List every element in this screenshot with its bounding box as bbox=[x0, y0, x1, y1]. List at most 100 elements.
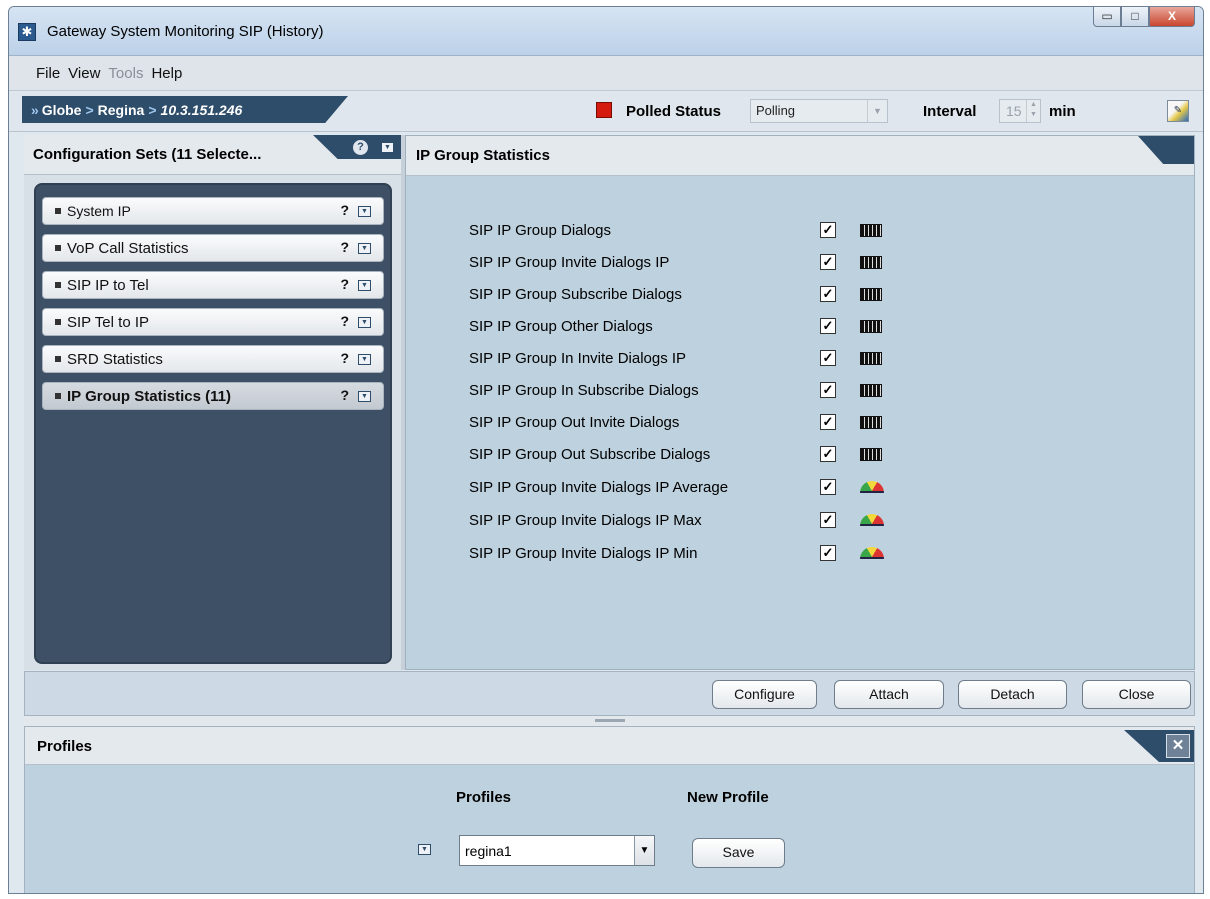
cfg-item-sip-tel-to-ip[interactable]: SIP Tel to IP ? ▼ bbox=[42, 308, 384, 336]
question-icon[interactable]: ? bbox=[340, 313, 349, 329]
save-button[interactable]: Save bbox=[692, 838, 785, 868]
maximize-button[interactable]: □ bbox=[1121, 7, 1149, 27]
close-icon[interactable]: ✕ bbox=[1166, 734, 1190, 758]
cfg-item-vop-call-statistics[interactable]: VoP Call Statistics ? ▼ bbox=[42, 234, 384, 262]
horizontal-splitter[interactable] bbox=[24, 716, 1195, 726]
stat-label: SIP IP Group Other Dialogs bbox=[469, 317, 653, 335]
ip-group-statistics-title: IP Group Statistics bbox=[416, 147, 550, 164]
menu-view[interactable]: View bbox=[68, 65, 100, 82]
item-menu-icon[interactable]: ▼ bbox=[358, 317, 371, 328]
stat-row: SIP IP Group In Subscribe Dialogs ✓ bbox=[469, 377, 909, 403]
profiles-label: Profiles bbox=[456, 789, 512, 806]
gauge-icon[interactable] bbox=[860, 481, 884, 493]
bar-graph-icon[interactable] bbox=[860, 223, 882, 237]
question-icon[interactable]: ? bbox=[340, 387, 349, 403]
stat-checkbox[interactable]: ✓ bbox=[820, 254, 836, 270]
breadcrumb: » Globe > Regina > 10.3.151.246 bbox=[22, 96, 348, 123]
item-menu-icon[interactable]: ▼ bbox=[358, 354, 371, 365]
item-menu-icon[interactable]: ▼ bbox=[358, 206, 371, 217]
bar-graph-icon[interactable] bbox=[860, 383, 882, 397]
cfg-item-system-ip[interactable]: System IP ? ▼ bbox=[42, 197, 384, 225]
spinner-arrows-icon[interactable]: ▲ ▼ bbox=[1026, 100, 1040, 122]
bar-graph-icon[interactable] bbox=[860, 255, 882, 269]
chevron-down-icon[interactable]: ▼ bbox=[634, 836, 654, 865]
cfg-item-label: SRD Statistics bbox=[67, 350, 163, 368]
close-window-button[interactable]: X bbox=[1149, 7, 1195, 27]
minimize-button[interactable]: ▭ bbox=[1093, 7, 1121, 27]
configure-button[interactable]: Configure bbox=[712, 680, 817, 709]
stat-row: SIP IP Group Out Invite Dialogs ✓ bbox=[469, 409, 909, 435]
panel-menu-icon[interactable]: ▼ bbox=[381, 142, 394, 153]
help-icon[interactable]: ? bbox=[353, 140, 368, 155]
question-icon[interactable]: ? bbox=[340, 350, 349, 366]
cfg-item-srd-statistics[interactable]: SRD Statistics ? ▼ bbox=[42, 345, 384, 373]
menu-bar: File View Tools Help bbox=[9, 56, 1203, 91]
item-menu-icon[interactable]: ▼ bbox=[358, 243, 371, 254]
polled-status-label: Polled Status bbox=[626, 103, 722, 120]
chevron-down-icon: ▼ bbox=[867, 100, 887, 122]
cfg-item-sip-ip-to-tel[interactable]: SIP IP to Tel ? ▼ bbox=[42, 271, 384, 299]
question-icon[interactable]: ? bbox=[340, 202, 349, 218]
stat-checkbox[interactable]: ✓ bbox=[820, 446, 836, 462]
breadcrumb-item-regina[interactable]: Regina bbox=[98, 102, 145, 118]
ip-group-statistics-header: IP Group Statistics bbox=[406, 136, 1194, 176]
stat-row: SIP IP Group Other Dialogs ✓ bbox=[469, 313, 909, 339]
app-window: ✱ Gateway System Monitoring SIP (History… bbox=[8, 6, 1204, 894]
item-menu-icon[interactable]: ▼ bbox=[358, 280, 371, 291]
question-icon[interactable]: ? bbox=[340, 239, 349, 255]
stat-row: SIP IP Group Subscribe Dialogs ✓ bbox=[469, 281, 909, 307]
menu-file[interactable]: File bbox=[36, 65, 60, 82]
ip-group-statistics-panel: IP Group Statistics SIP IP Group Dialogs… bbox=[405, 135, 1195, 670]
menu-tools[interactable]: Tools bbox=[108, 65, 143, 82]
breadcrumb-separator: > bbox=[85, 101, 94, 118]
breadcrumb-item-globe[interactable]: Globe bbox=[42, 102, 82, 118]
gauge-icon[interactable] bbox=[860, 547, 884, 559]
profiles-header: Profiles ✕ bbox=[25, 727, 1194, 765]
stat-row: SIP IP Group Dialogs ✓ bbox=[469, 217, 909, 243]
interval-spinner[interactable]: 15 ▲ ▼ bbox=[999, 99, 1041, 123]
menu-help[interactable]: Help bbox=[151, 65, 182, 82]
stat-checkbox[interactable]: ✓ bbox=[820, 318, 836, 334]
profile-select[interactable]: regina1 ▼ bbox=[459, 835, 655, 866]
stat-label: SIP IP Group Out Subscribe Dialogs bbox=[469, 445, 711, 463]
item-menu-icon[interactable]: ▼ bbox=[358, 391, 371, 402]
bullet-icon bbox=[55, 245, 61, 251]
stat-checkbox[interactable]: ✓ bbox=[820, 414, 836, 430]
detach-button[interactable]: Detach bbox=[958, 680, 1067, 709]
cfg-item-label: SIP IP to Tel bbox=[67, 276, 149, 294]
profile-menu-icon[interactable]: ▼ bbox=[418, 844, 431, 855]
cfg-item-ip-group-statistics[interactable]: IP Group Statistics (11) ? ▼ bbox=[42, 382, 384, 410]
attach-button[interactable]: Attach bbox=[834, 680, 944, 709]
stat-label: SIP IP Group Invite Dialogs IP bbox=[469, 253, 670, 271]
bar-graph-icon[interactable] bbox=[860, 415, 882, 429]
stat-checkbox[interactable]: ✓ bbox=[820, 350, 836, 366]
profiles-title: Profiles bbox=[37, 738, 93, 755]
edit-notes-icon[interactable]: ✎ bbox=[1167, 100, 1189, 122]
stat-checkbox[interactable]: ✓ bbox=[820, 382, 836, 398]
stat-checkbox[interactable]: ✓ bbox=[820, 479, 836, 495]
bar-graph-icon[interactable] bbox=[860, 319, 882, 333]
stat-row: SIP IP Group Invite Dialogs IP Min ✓ bbox=[469, 540, 909, 566]
polled-status-value: Polling bbox=[756, 103, 796, 118]
profiles-panel: Profiles ✕ Profiles New Profile ▼ regina… bbox=[24, 726, 1195, 893]
polled-status-select[interactable]: Polling ▼ bbox=[750, 99, 888, 123]
question-icon[interactable]: ? bbox=[340, 276, 349, 292]
bar-graph-icon[interactable] bbox=[860, 351, 882, 365]
stat-label: SIP IP Group Invite Dialogs IP Max bbox=[469, 511, 702, 529]
app-icon: ✱ bbox=[18, 23, 36, 41]
stat-checkbox[interactable]: ✓ bbox=[820, 222, 836, 238]
close-button[interactable]: Close bbox=[1082, 680, 1191, 709]
stat-row: SIP IP Group In Invite Dialogs IP ✓ bbox=[469, 345, 909, 371]
title-bar[interactable]: ✱ Gateway System Monitoring SIP (History… bbox=[9, 7, 1203, 56]
stat-checkbox[interactable]: ✓ bbox=[820, 545, 836, 561]
bar-graph-icon[interactable] bbox=[860, 287, 882, 301]
stat-checkbox[interactable]: ✓ bbox=[820, 512, 836, 528]
cfg-item-label: VoP Call Statistics bbox=[67, 239, 189, 257]
splitter-grip-icon[interactable] bbox=[595, 719, 625, 722]
gauge-icon[interactable] bbox=[860, 514, 884, 526]
configuration-sets-title: Configuration Sets (11 Selecte... bbox=[33, 146, 262, 163]
toolbar: » Globe > Regina > 10.3.151.246 Polled S… bbox=[9, 92, 1203, 132]
stat-label: SIP IP Group Out Invite Dialogs bbox=[469, 413, 680, 431]
stat-checkbox[interactable]: ✓ bbox=[820, 286, 836, 302]
bar-graph-icon[interactable] bbox=[860, 447, 882, 461]
